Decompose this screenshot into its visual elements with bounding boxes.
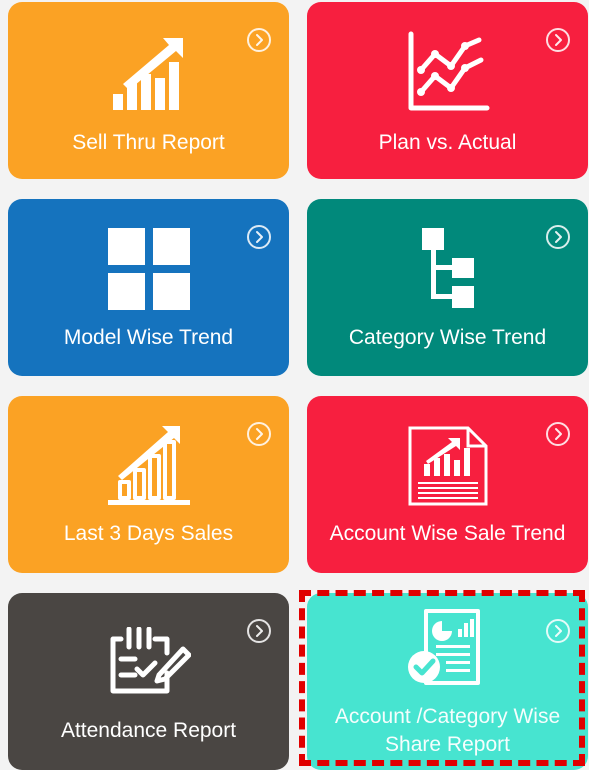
tile-label-line2: Share Report xyxy=(385,733,510,756)
chevron-right-icon[interactable] xyxy=(546,619,570,643)
tile-label: Plan vs. Actual xyxy=(378,131,517,154)
tile-account-category-wise-share-report[interactable]: Account /Category Wise Share Report xyxy=(307,593,588,770)
tile-label: Sell Thru Report xyxy=(72,131,225,154)
tile-category-wise-trend[interactable]: Category Wise Trend xyxy=(307,199,588,376)
hierarchy-tree-icon xyxy=(421,228,474,308)
tile-plan-vs-actual[interactable]: Plan vs. Actual xyxy=(307,2,588,179)
chevron-right-icon[interactable] xyxy=(247,619,271,643)
growth-chart-icon xyxy=(112,38,183,110)
report-chart-icon xyxy=(408,426,487,506)
chevron-right-icon[interactable] xyxy=(247,422,271,446)
tile-sell-thru-report[interactable]: Sell Thru Report xyxy=(8,2,289,179)
document-check-icon xyxy=(407,609,480,685)
tile-last-3-days-sales[interactable]: Last 3 Days Sales xyxy=(8,396,289,573)
tile-label: Account /Category Wise Share Report xyxy=(311,703,584,759)
tile-label: Category Wise Trend xyxy=(348,326,547,349)
grid-icon xyxy=(107,228,190,310)
chevron-right-icon[interactable] xyxy=(546,422,570,446)
tile-label: Attendance Report xyxy=(60,719,237,742)
tile-label-line1: Account /Category Wise xyxy=(334,705,561,728)
tile-account-wise-sale-trend[interactable]: Account Wise Sale Trend xyxy=(307,396,588,573)
line-comparison-chart-icon xyxy=(408,31,489,111)
tile-attendance-report[interactable]: Attendance Report xyxy=(8,593,289,770)
tile-label: Last 3 Days Sales xyxy=(63,522,234,545)
tile-model-wise-trend[interactable]: Model Wise Trend xyxy=(8,199,289,376)
tile-label: Model Wise Trend xyxy=(63,326,234,349)
chevron-right-icon[interactable] xyxy=(546,28,570,52)
calendar-check-icon xyxy=(110,627,191,694)
tile-label: Account Wise Sale Trend xyxy=(329,522,566,545)
chevron-right-icon[interactable] xyxy=(247,225,271,249)
chevron-right-icon[interactable] xyxy=(247,28,271,52)
chevron-right-icon[interactable] xyxy=(546,225,570,249)
bar-growth-icon xyxy=(107,426,190,505)
